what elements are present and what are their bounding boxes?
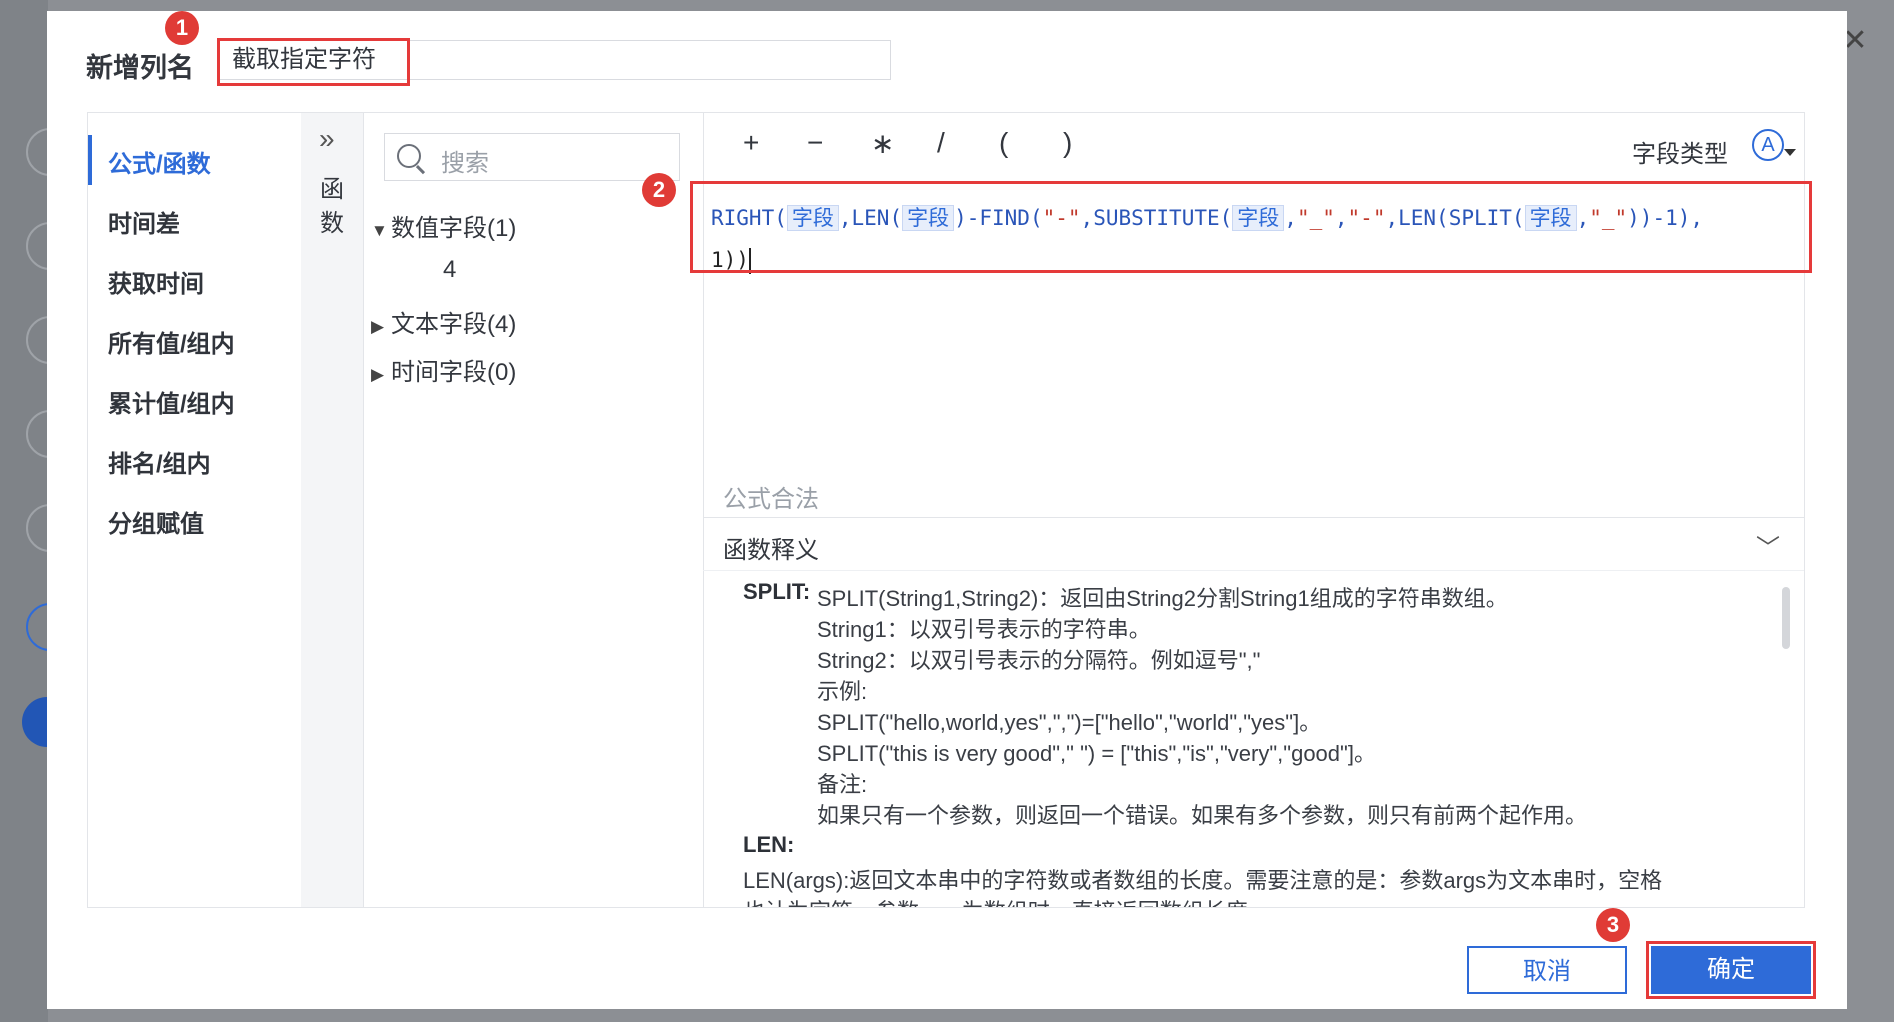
tree-group-label: 时间字段(0) (391, 359, 517, 386)
function-name: SPLIT: (743, 579, 811, 604)
dialog-title: 新增列名 (86, 53, 194, 83)
search-placeholder: 搜索 (441, 150, 489, 177)
caret-right-icon: ▶ (371, 317, 385, 336)
caret-down-icon[interactable] (1784, 149, 1796, 156)
highlight-box-formula (690, 181, 1812, 273)
multiply-button[interactable]: ∗ (871, 127, 894, 160)
explanation-line: 备注: (817, 772, 868, 797)
tree-group-label: 文本字段(4) (391, 311, 517, 338)
step-marker-3: 3 (1596, 908, 1630, 942)
open-paren-button[interactable]: ( (999, 127, 1008, 159)
explanation-line: LEN(args):返回文本串中的字符数或者数组的长度。需要注意的是：参数arg… (743, 868, 1663, 893)
explanation-line: SPLIT("hello,world,yes",",")=["hello","w… (817, 710, 1322, 735)
caret-right-icon: ▶ (371, 365, 385, 384)
field-type-icon[interactable]: A (1752, 129, 1784, 161)
nav-item-formula[interactable]: 公式/函数 (108, 144, 211, 179)
functions-sidebar: » 函数 (301, 113, 364, 907)
tree-group-label: 数值字段(1) (391, 215, 517, 242)
function-explanation-header[interactable]: 函数释义 ﹀ (703, 517, 1804, 571)
field-type-label[interactable]: 字段类型 (1632, 134, 1728, 169)
tree-group-numeric[interactable]: ▼ 数值字段(1) (371, 208, 516, 243)
search-input[interactable]: 搜索 (384, 133, 680, 181)
nav-item-cumulative[interactable]: 累计值/组内 (108, 384, 235, 419)
nav-item-all-values[interactable]: 所有值/组内 (108, 324, 235, 359)
step-marker-2: 2 (642, 173, 676, 207)
tree-group-time[interactable]: ▶ 时间字段(0) (371, 352, 516, 387)
nav-item-time-diff[interactable]: 时间差 (108, 204, 180, 239)
explanation-line: 如果只有一个参数，则返回一个错误。如果有多个参数，则只有前两个起作用。 (817, 803, 1588, 828)
tree-group-text[interactable]: ▶ 文本字段(4) (371, 304, 516, 339)
nav-item-group-assign[interactable]: 分组赋值 (108, 504, 204, 539)
explanation-line: String1：以双引号表示的字符串。 (817, 617, 1151, 642)
explanation-line: 也计为字符。参数args为数组时，直接返回数组长度。 (743, 894, 1270, 907)
caret-down-icon: ▼ (371, 221, 388, 240)
function-name: LEN: (743, 832, 795, 857)
explanation-line: SPLIT("this is very good"," ") = ["this"… (817, 741, 1376, 766)
left-nav: 公式/函数 时间差 获取时间 所有值/组内 累计值/组内 排名/组内 分组赋值 (88, 113, 301, 907)
plus-button[interactable]: + (743, 127, 759, 159)
functions-tab[interactable]: 函数 (318, 173, 346, 241)
operator-toolbar: + − ∗ / ( ) 字段类型 A (703, 113, 1804, 184)
search-icon (397, 144, 421, 168)
tree-item-field[interactable]: 4 (443, 256, 456, 284)
formula-valid-status: 公式合法 (723, 486, 819, 513)
explanation-line: 示例: (817, 679, 868, 704)
nav-active-indicator (88, 135, 92, 185)
close-paren-button[interactable]: ) (1063, 127, 1072, 159)
explanation-line: String2：以双引号表示的分隔符。例如逗号"," (817, 648, 1261, 673)
add-column-dialog: 新增列名 截取指定字符 1 公式/函数 时间差 获取时间 所有值/组内 累计值/… (47, 11, 1847, 1009)
function-explanation-body: SPLIT: SPLIT(String1,String2)：返回由String2… (703, 569, 1804, 907)
explanation-line: SPLIT(String1,String2)：返回由String2分割Strin… (817, 586, 1508, 611)
expand-icon[interactable]: » (319, 123, 335, 155)
highlight-box-confirm (1646, 941, 1816, 999)
cancel-button[interactable]: 取消 (1467, 946, 1627, 994)
step-marker-1: 1 (165, 11, 199, 45)
chevron-down-icon[interactable]: ﹀ (1756, 528, 1780, 563)
nav-item-rank[interactable]: 排名/组内 (108, 444, 211, 479)
minus-button[interactable]: − (807, 127, 823, 159)
field-list: 搜索 ▼ 数值字段(1) 4 ▶ 文本字段(4) ▶ 时间字段(0) (363, 113, 704, 907)
scrollbar[interactable] (1782, 587, 1790, 649)
highlight-box-name (217, 38, 410, 86)
explanation-title: 函数释义 (723, 537, 819, 564)
divide-button[interactable]: / (937, 127, 945, 159)
nav-item-get-time[interactable]: 获取时间 (108, 264, 204, 299)
